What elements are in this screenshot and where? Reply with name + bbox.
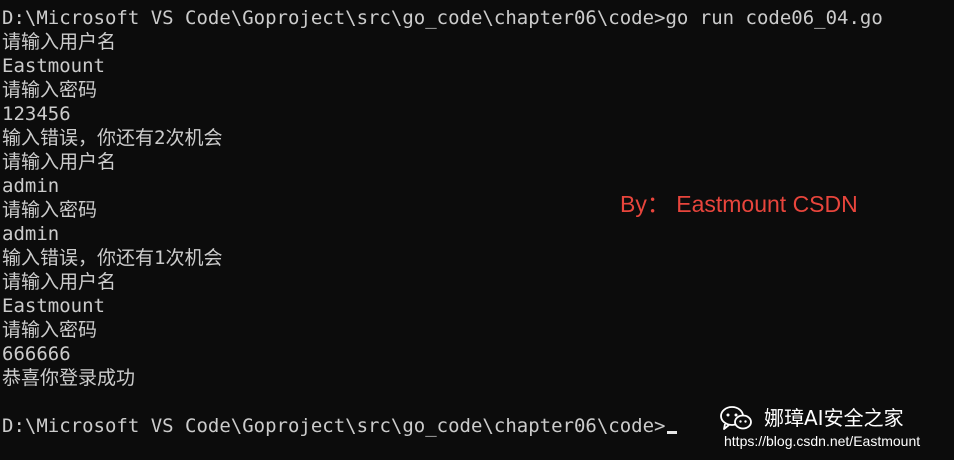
terminal-line-command: D:\Microsoft VS Code\Goproject\src\go_co… xyxy=(2,7,883,29)
brand-name: 娜璋AI安全之家 xyxy=(764,406,904,430)
terminal-output: D:\Microsoft VS Code\Goproject\src\go_co… xyxy=(2,6,954,438)
brand-url: https://blog.csdn.net/Eastmount xyxy=(724,433,921,449)
terminal-line: Eastmount xyxy=(2,55,105,77)
text-cursor xyxy=(667,431,678,434)
author-watermark: By： Eastmount CSDN xyxy=(620,191,858,217)
terminal-line: 请输入用户名 xyxy=(2,271,117,293)
terminal-line: 输入错误，你还有2次机会 xyxy=(2,127,223,149)
terminal-line: 666666 xyxy=(2,343,71,365)
terminal-line: Eastmount xyxy=(2,295,105,317)
terminal-line: 请输入用户名 xyxy=(2,31,117,53)
terminal-line: 123456 xyxy=(2,103,71,125)
terminal-line: admin xyxy=(2,223,60,245)
wechat-icon xyxy=(720,406,752,432)
brand-watermark: 娜璋AI安全之家 https://blog.csdn.net/Eastmount xyxy=(720,402,950,452)
terminal-line: 输入错误，你还有1次机会 xyxy=(2,247,223,269)
terminal-line: 请输入密码 xyxy=(2,79,98,101)
terminal-line: 请输入密码 xyxy=(2,319,98,341)
terminal-line: 恭喜你登录成功 xyxy=(2,367,136,389)
terminal-line: 请输入用户名 xyxy=(2,151,117,173)
terminal-window[interactable]: D:\Microsoft VS Code\Goproject\src\go_co… xyxy=(0,0,954,460)
terminal-prompt: D:\Microsoft VS Code\Goproject\src\go_co… xyxy=(2,415,666,437)
